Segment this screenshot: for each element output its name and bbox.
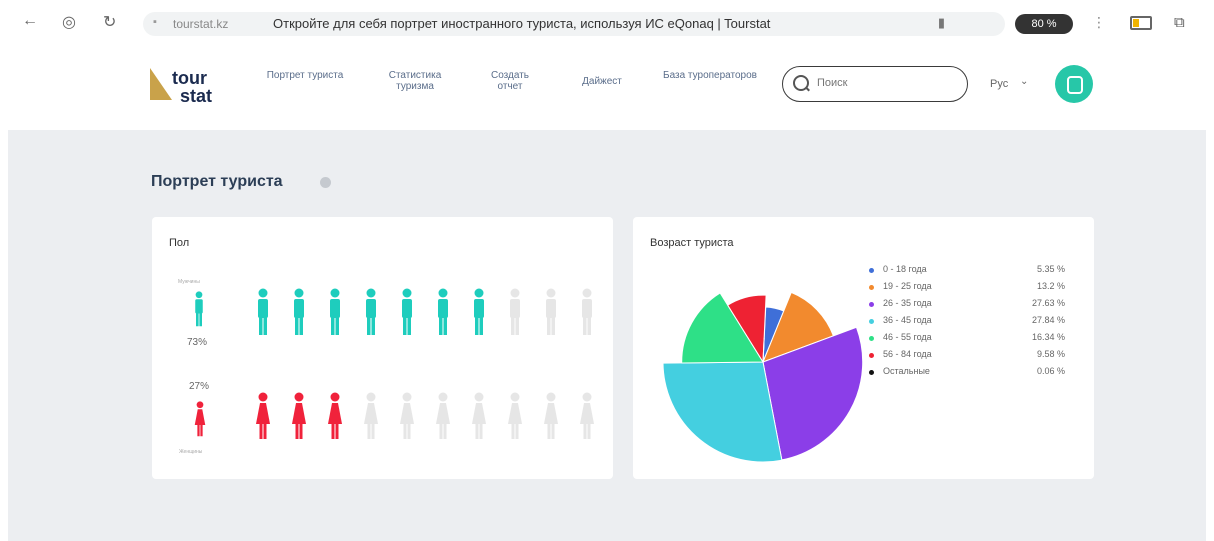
legend-dot-icon	[869, 370, 874, 375]
legend-item[interactable]: 46 - 55 года 16.34 %	[865, 332, 1065, 347]
battery-icon	[1130, 16, 1152, 30]
male-person-icon	[363, 288, 377, 336]
female-icon	[193, 401, 207, 437]
female-person-icon	[399, 392, 414, 440]
male-person-icon	[399, 288, 413, 336]
female-person-icon	[327, 392, 342, 440]
female-person-icon	[255, 392, 270, 440]
url-domain: tourstat.kz	[173, 17, 229, 31]
gender-card: Пол Мужчины 73% 27% Женщины	[152, 217, 613, 479]
logo-triangle-icon	[150, 68, 172, 100]
site-header: tour stat Портрет туриста Статистика тур…	[0, 46, 1214, 130]
male-person-icon	[471, 288, 485, 336]
legend-dot-icon	[869, 336, 874, 341]
legend-label: 36 - 45 года	[883, 315, 932, 325]
legend-item[interactable]: Остальные 0.06 %	[865, 366, 1065, 381]
address-bar[interactable]: ▪ tourstat.kz Откройте для себя портрет …	[143, 12, 1005, 36]
legend-item[interactable]: 36 - 45 года 27.84 %	[865, 315, 1065, 330]
nav-tourism-statistics[interactable]: Статистика туризма	[370, 70, 460, 92]
nav-tour-operators[interactable]: База туроператоров	[660, 70, 760, 81]
search-box[interactable]	[782, 66, 968, 102]
chevron-down-icon[interactable]: ⌄	[1020, 76, 1028, 87]
male-icon	[193, 291, 205, 327]
main-content: Портрет туриста Пол Мужчины 73% 27% Женщ…	[8, 130, 1206, 541]
age-pie-chart	[662, 291, 864, 463]
female-person-icon	[435, 392, 450, 440]
legend-value: 0.06 %	[1036, 366, 1065, 376]
male-person-icon	[579, 288, 593, 336]
legend-label: 19 - 25 года	[883, 281, 932, 291]
male-person-icon	[435, 288, 449, 336]
legend-dot-icon	[869, 302, 874, 307]
male-person-icon	[291, 288, 305, 336]
legend-value: 27.63 %	[1031, 298, 1065, 308]
legend-label: 46 - 55 года	[883, 332, 932, 342]
nav-tourist-portrait[interactable]: Портрет туриста	[260, 70, 350, 81]
legend-item[interactable]: 26 - 35 года 27.63 %	[865, 298, 1065, 313]
legend-item[interactable]: 0 - 18 года 5.35 %	[865, 264, 1065, 279]
nav-digest[interactable]: Дайжест	[572, 76, 632, 87]
search-input[interactable]	[815, 76, 959, 90]
legend-item[interactable]: 19 - 25 года 13.2 %	[865, 281, 1065, 296]
female-person-icon	[291, 392, 306, 440]
reload-icon[interactable]: ↻	[103, 12, 116, 32]
legend-dot-icon	[869, 319, 874, 324]
male-person-icon	[507, 288, 521, 336]
male-person-icon	[543, 288, 557, 336]
female-person-icon	[471, 392, 486, 440]
male-label: Мужчины	[178, 279, 200, 285]
legend-dot-icon	[869, 285, 874, 290]
male-person-icon	[327, 288, 341, 336]
female-person-icon	[579, 392, 594, 440]
menu-dots-icon[interactable]: ⋮	[1092, 14, 1106, 31]
legend-value: 16.34 %	[1031, 332, 1065, 342]
document-caption-cut	[0, 0, 1214, 8]
female-person-icon	[507, 392, 522, 440]
age-card-title: Возраст туриста	[650, 237, 734, 249]
tourstat-logo[interactable]: tour stat	[150, 66, 230, 110]
bookmark-icon[interactable]: ▮	[938, 15, 945, 31]
legend-label: 56 - 84 года	[883, 349, 932, 359]
legend-dot-icon	[869, 268, 874, 273]
female-person-icon	[543, 392, 558, 440]
nav-create-report[interactable]: Создать отчет	[478, 70, 542, 92]
male-percent: 73%	[187, 337, 208, 348]
user-account-button[interactable]	[1055, 65, 1093, 103]
legend-label: 0 - 18 года	[883, 264, 927, 274]
pie-slice[interactable]	[662, 361, 783, 463]
page-title-in-address: Откройте для себя портрет иностранного т…	[273, 16, 771, 31]
page-title: Портрет туриста	[151, 173, 283, 190]
site-info-icon[interactable]: ▪	[153, 16, 157, 28]
legend-label: 26 - 35 года	[883, 298, 932, 308]
zoom-badge[interactable]: 80 %	[1015, 14, 1073, 34]
back-icon[interactable]: ←	[22, 12, 38, 30]
legend-value: 5.35 %	[1036, 264, 1065, 274]
info-icon[interactable]	[320, 177, 331, 188]
gender-card-title: Пол	[169, 237, 190, 249]
browser-toolbar: ← ◎ ↻ ▪ tourstat.kz Откройте для себя по…	[0, 8, 1214, 38]
puzzle-extension-icon[interactable]: ⧉	[1174, 14, 1185, 31]
legend-value: 27.84 %	[1031, 315, 1065, 325]
language-selector[interactable]: Рус	[990, 78, 1008, 90]
user-icon	[1067, 76, 1083, 94]
search-icon	[793, 75, 809, 91]
female-person-icon	[363, 392, 378, 440]
female-label: Женщины	[179, 449, 203, 455]
legend-dot-icon	[869, 353, 874, 358]
extension-icon[interactable]: ◎	[62, 12, 76, 32]
legend-label: Остальные	[883, 366, 930, 376]
male-person-icon	[255, 288, 269, 336]
female-percent: 27%	[189, 381, 210, 392]
legend-value: 9.58 %	[1036, 349, 1065, 359]
legend-item[interactable]: 56 - 84 года 9.58 %	[865, 349, 1065, 364]
legend-value: 13.2 %	[1036, 281, 1065, 291]
age-card: Возраст туриста 0 - 18 года 5.35 % 19 - 25…	[633, 217, 1094, 479]
